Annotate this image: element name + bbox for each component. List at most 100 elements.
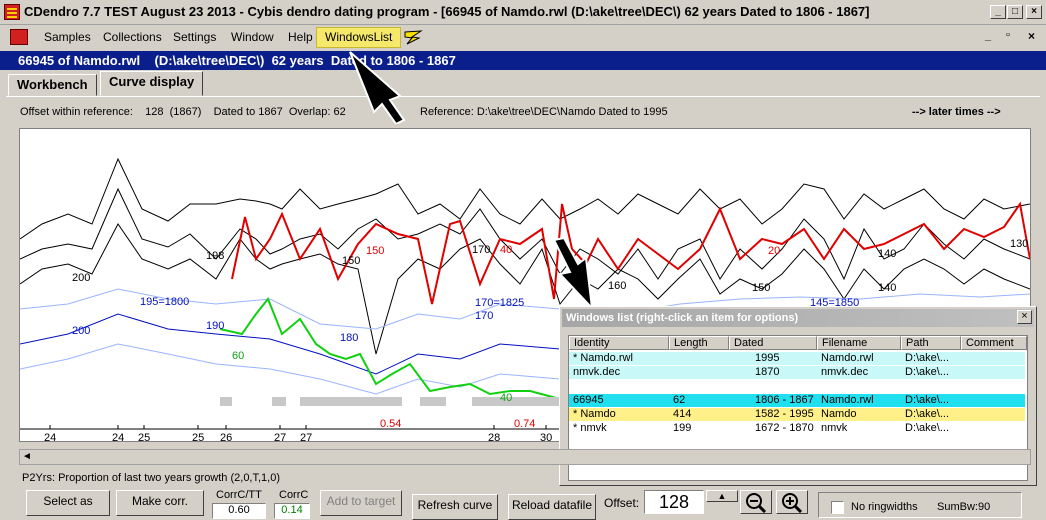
chart-label-blue: 180 bbox=[340, 332, 358, 344]
col-dated[interactable]: Dated bbox=[729, 336, 817, 350]
list-row[interactable]: nmvk.dec 1870 nmvk.dec D:\ake\... bbox=[569, 366, 1025, 379]
app-icon[interactable] bbox=[4, 4, 20, 20]
zoom-in-button[interactable] bbox=[776, 490, 808, 514]
list-row[interactable]: 66945 62 1806 - 1867 Namdo.rwl D:\ake\... bbox=[569, 394, 1025, 407]
minimize-button[interactable]: _ bbox=[990, 5, 1006, 19]
cell-path: D:\ake\... bbox=[905, 352, 950, 364]
corrc-tt-value: 0.60 bbox=[212, 503, 266, 519]
doc-icon[interactable] bbox=[10, 29, 28, 45]
offset-label: Offset: bbox=[604, 496, 640, 510]
x-tick-label: 27 bbox=[274, 432, 286, 441]
cell-length: 414 bbox=[673, 408, 692, 420]
maximize-button[interactable]: □ bbox=[1007, 5, 1023, 19]
chart-label-black: 198 bbox=[206, 250, 224, 262]
green-curve bbox=[219, 297, 561, 400]
later-times-link[interactable]: --> later times --> bbox=[912, 106, 1001, 118]
add-to-target-button[interactable]: Add to target bbox=[320, 490, 402, 516]
refresh-curve-button[interactable]: Refresh curve bbox=[412, 494, 498, 520]
chart-label-blue: 170 bbox=[475, 310, 493, 322]
list-row[interactable]: * Namdo.rwl 1995 Namdo.rwl D:\ake\... bbox=[569, 352, 1025, 365]
offset-input[interactable]: 128 bbox=[644, 490, 704, 514]
col-length[interactable]: Length bbox=[669, 336, 729, 350]
make-corr-button[interactable]: Make corr. bbox=[116, 490, 204, 516]
reload-datafile-button[interactable]: Reload datafile bbox=[508, 494, 596, 520]
select-as-button[interactable]: Select as bbox=[26, 490, 110, 516]
chart-label-black: 130 bbox=[1010, 238, 1028, 250]
status-text: P2Yrs: Proportion of last two years grow… bbox=[22, 472, 281, 484]
offset-up-button[interactable]: ▲ bbox=[706, 490, 738, 502]
mdi-restore-button[interactable]: ▫ bbox=[1006, 29, 1010, 41]
options-group: No ringwidths SumBw:90 bbox=[818, 492, 1022, 518]
cell-identity: 66945 bbox=[573, 394, 604, 406]
tab-curve-display[interactable]: Curve display bbox=[100, 71, 204, 96]
windows-list-caption: Windows list (right-click an item for op… bbox=[562, 309, 1034, 327]
x-tick-label: 27 bbox=[300, 432, 312, 441]
windows-list-close-button[interactable]: × bbox=[1017, 310, 1032, 324]
cell-identity: * Namdo bbox=[573, 408, 616, 420]
chart-label-green: 60 bbox=[232, 350, 244, 362]
chart-label-black: 150 bbox=[752, 282, 770, 294]
menu-settings[interactable]: Settings bbox=[169, 29, 220, 46]
col-comment[interactable]: Comment bbox=[961, 336, 1027, 350]
menu-help[interactable]: Help bbox=[284, 29, 317, 46]
cell-dated: 1870 bbox=[755, 366, 780, 378]
sumbw-label: SumBw:90 bbox=[937, 501, 991, 513]
list-row[interactable]: * nmvk 199 1672 - 1870 nmvk D:\ake\... bbox=[569, 422, 1025, 435]
tab-workbench[interactable]: Workbench bbox=[8, 74, 97, 96]
list-row[interactable] bbox=[569, 380, 1025, 393]
corrc-label: CorrC bbox=[279, 489, 309, 501]
x-tick-label: 30 bbox=[540, 432, 552, 441]
cell-dated: 1806 - 1867 bbox=[755, 394, 814, 406]
horizontal-scrollbar[interactable]: ◄ bbox=[19, 449, 1031, 465]
mdi-minimize-button[interactable]: _ bbox=[985, 30, 991, 42]
title-bar: CDendro 7.7 TEST August 23 2013 - Cybis … bbox=[0, 0, 1046, 25]
chart-label-red: 40 bbox=[500, 244, 512, 256]
menu-bar: Samples Collections Settings Window Help… bbox=[0, 26, 1046, 48]
mdi-close-button[interactable]: × bbox=[1028, 29, 1035, 43]
menu-collections[interactable]: Collections bbox=[99, 29, 166, 46]
col-identity[interactable]: Identity bbox=[569, 336, 669, 350]
red-curve bbox=[231, 201, 1031, 305]
zoom-out-button[interactable] bbox=[740, 490, 772, 514]
scroll-left-icon[interactable]: ◄ bbox=[22, 451, 32, 462]
chart-label-blue: 195=1800 bbox=[140, 296, 189, 308]
cell-filename: Namdo bbox=[821, 408, 857, 420]
lightning-icon[interactable] bbox=[403, 29, 423, 45]
cell-filename: nmvk.dec bbox=[821, 366, 869, 378]
chart-label-red: 0.74 bbox=[514, 418, 535, 430]
menu-window[interactable]: Window bbox=[227, 29, 278, 46]
cell-filename: Namdo.rwl bbox=[821, 394, 874, 406]
chart-label-green: 40 bbox=[500, 392, 512, 404]
chart-label-black: 170 bbox=[472, 244, 490, 256]
close-button[interactable]: × bbox=[1026, 5, 1042, 19]
cell-path: D:\ake\... bbox=[905, 422, 950, 434]
no-ringwidths-label: No ringwidths bbox=[851, 501, 918, 513]
col-filename[interactable]: Filename bbox=[817, 336, 901, 350]
menu-samples[interactable]: Samples bbox=[40, 29, 95, 46]
annotation-arrow-window bbox=[552, 236, 594, 311]
chart-label-black: 160 bbox=[608, 280, 626, 292]
x-tick-label: 25 bbox=[192, 432, 204, 441]
chart-label-blue: 200 bbox=[72, 325, 90, 337]
black-curve-upper bbox=[19, 157, 1031, 240]
document-title-bar: 66945 of Namdo.rwl (D:\ake\tree\DEC\) 62… bbox=[0, 51, 1046, 70]
blue-curve-middle bbox=[19, 313, 561, 375]
corrc-tt-label: CorrC/TT bbox=[216, 489, 262, 501]
cell-dated: 1672 - 1870 bbox=[755, 422, 814, 434]
chart-label-red: 20 bbox=[768, 245, 780, 257]
annotation-arrow-menu bbox=[349, 51, 406, 124]
chart-label-black: 200 bbox=[72, 272, 90, 284]
list-row[interactable]: * Namdo 414 1582 - 1995 Namdo D:\ake\... bbox=[569, 408, 1025, 421]
cell-identity: nmvk.dec bbox=[573, 366, 621, 378]
x-tick-label: 24 bbox=[44, 432, 56, 441]
x-tick-label: 24 bbox=[112, 432, 124, 441]
cell-path: D:\ake\... bbox=[905, 366, 950, 378]
chart-label-black: 140 bbox=[878, 248, 896, 260]
chart-label-red: 150 bbox=[366, 245, 384, 257]
cell-identity: * Namdo.rwl bbox=[573, 352, 633, 364]
cell-identity: * nmvk bbox=[573, 422, 607, 434]
cell-dated: 1582 - 1995 bbox=[755, 408, 814, 420]
col-path[interactable]: Path bbox=[901, 336, 961, 350]
cell-path: D:\ake\... bbox=[905, 394, 950, 406]
no-ringwidths-checkbox[interactable] bbox=[831, 501, 844, 514]
